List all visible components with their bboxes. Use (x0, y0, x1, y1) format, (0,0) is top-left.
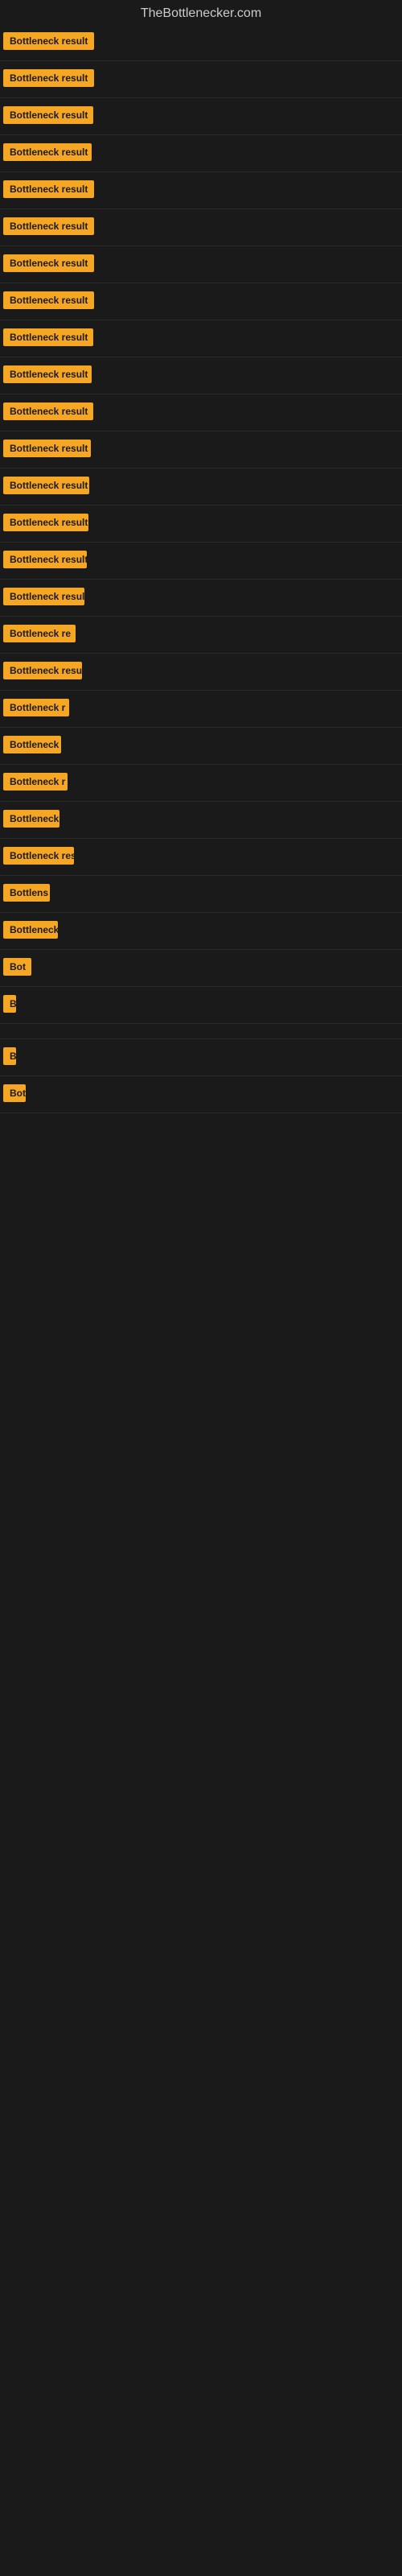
site-title: TheBottlenecker.com (0, 0, 402, 24)
bottleneck-badge[interactable]: Bottleneck result (3, 217, 94, 235)
bottleneck-badge[interactable]: Bottleneck result (3, 143, 92, 161)
bottleneck-badge[interactable]: Bottleneck result (3, 551, 87, 568)
list-item: Bottleneck result (0, 543, 402, 580)
bottleneck-badge[interactable]: Bottleneck result (3, 440, 91, 457)
bottleneck-badge[interactable]: Bottleneck result (3, 32, 94, 50)
bottleneck-badge[interactable]: Bottleneck result (3, 514, 88, 531)
list-item: Bottleneck re (0, 617, 402, 654)
list-item: Bottlens (0, 876, 402, 913)
list-item: Bottleneck (0, 802, 402, 839)
bottleneck-badge[interactable]: Bottleneck result (3, 106, 93, 124)
list-item: Bottleneck (0, 913, 402, 950)
list-item: Bottleneck res (0, 839, 402, 876)
list-item: Bottleneck result (0, 283, 402, 320)
bottleneck-badge[interactable]: Bottleneck result (3, 402, 93, 420)
bottleneck-badge[interactable]: Bottlens (3, 884, 50, 902)
bottleneck-badge[interactable]: Bott (3, 1084, 26, 1102)
list-item: Bottleneck r (0, 765, 402, 802)
list-item: Bottleneck r (0, 691, 402, 728)
list-item: Bottleneck result (0, 580, 402, 617)
bottleneck-badge[interactable]: Bottleneck result (3, 662, 82, 679)
list-item: Bottleneck result (0, 394, 402, 431)
bottleneck-badge[interactable]: Bot (3, 958, 31, 976)
bottleneck-badge[interactable]: Bottleneck re (3, 625, 76, 642)
list-item: Bottleneck result (0, 654, 402, 691)
bottleneck-badge[interactable]: Bottleneck (3, 921, 58, 939)
list-item: Bottleneck result (0, 469, 402, 506)
bottleneck-badge[interactable]: Bottleneck res (3, 847, 74, 865)
site-header: TheBottlenecker.com (0, 0, 402, 24)
bottleneck-badge[interactable]: B (3, 995, 16, 1013)
bottleneck-badge[interactable]: Bottleneck r (3, 699, 69, 716)
list-item: Bottleneck result (0, 357, 402, 394)
bottleneck-badge[interactable]: Bottleneck result (3, 328, 93, 346)
list-item: Bottleneck result (0, 431, 402, 469)
bottleneck-badge[interactable]: Bottleneck result (3, 254, 94, 272)
bottleneck-list: Bottleneck result Bottleneck result Bottle… (0, 24, 402, 1113)
bottleneck-badge[interactable]: Bottleneck (3, 810, 59, 828)
list-item: Bot (0, 950, 402, 987)
list-item: B (0, 987, 402, 1024)
list-item: B (0, 1039, 402, 1076)
list-item: Bottleneck result (0, 506, 402, 543)
bottleneck-badge[interactable]: Bottleneck r (3, 773, 68, 791)
bottleneck-badge[interactable]: B (3, 1047, 16, 1065)
list-item: Bottleneck result (0, 320, 402, 357)
bottleneck-badge[interactable]: Bottleneck result (3, 588, 84, 605)
bottleneck-badge[interactable]: Bottleneck result (3, 69, 94, 87)
list-item: Bott (0, 1076, 402, 1113)
bottleneck-badge[interactable]: Bottleneck (3, 736, 61, 753)
list-item (0, 1024, 402, 1039)
list-item: Bottleneck result (0, 172, 402, 209)
list-item: Bottleneck result (0, 209, 402, 246)
bottleneck-badge[interactable]: Bottleneck result (3, 180, 94, 198)
list-item: Bottleneck result (0, 61, 402, 98)
list-item: Bottleneck result (0, 246, 402, 283)
list-item: Bottleneck (0, 728, 402, 765)
list-item: Bottleneck result (0, 135, 402, 172)
bottleneck-badge[interactable]: Bottleneck result (3, 477, 89, 494)
bottleneck-badge[interactable]: Bottleneck result (3, 291, 94, 309)
list-item: Bottleneck result (0, 98, 402, 135)
list-item: Bottleneck result (0, 24, 402, 61)
bottleneck-badge[interactable]: Bottleneck result (3, 365, 92, 383)
